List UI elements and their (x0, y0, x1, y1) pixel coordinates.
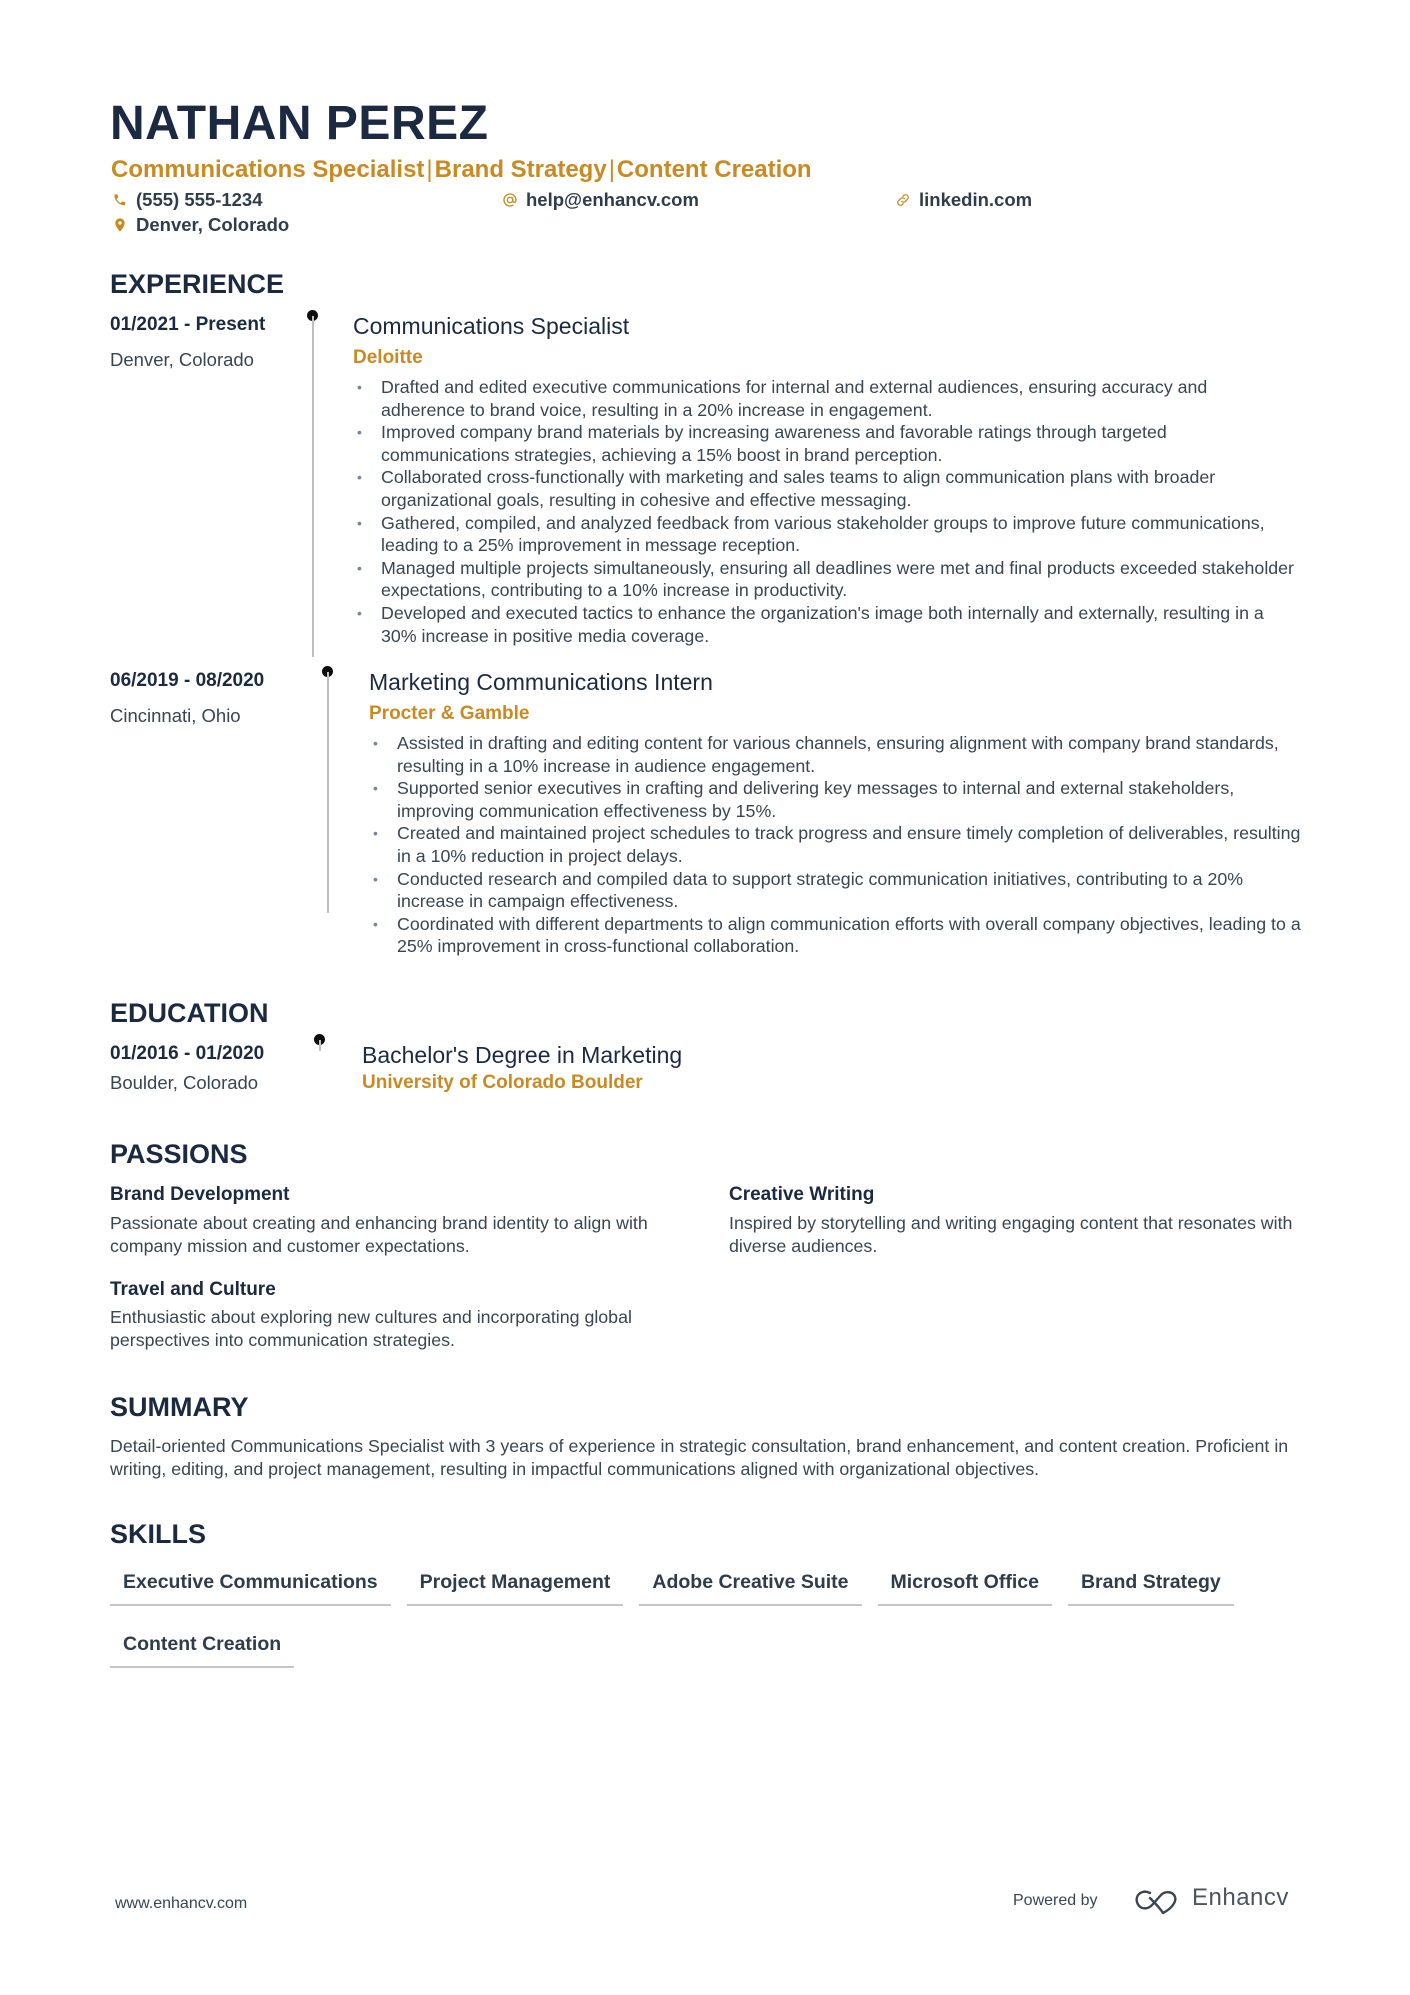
phone-icon (111, 191, 129, 209)
bullet-item: • Gathered, compiled, and analyzed feedba… (357, 512, 1265, 556)
bullet-dot-icon: • (357, 559, 362, 576)
education-school: University of Colorado Boulder (362, 1072, 643, 1093)
bullet-item: • Collaborated cross-functionally with ma… (357, 467, 1216, 510)
skill-tag: Content Creation (110, 1628, 295, 1668)
bullet-item: • Drafted and edited executive communicat… (357, 377, 1208, 420)
bullet-item: • Conducted research and compiled data to… (373, 868, 1244, 912)
skill-tag: Microsoft Office (877, 1566, 1052, 1606)
powered-by-label: Powered by (1013, 1892, 1098, 1909)
headline: Communications Specialist|Brand Strategy… (111, 155, 812, 185)
experience-bullets: • Drafted and edited executive communicat… (355, 376, 1295, 647)
skill-tag: Project Management (406, 1566, 624, 1606)
link-icon (894, 191, 912, 209)
summary-text: Detail-oriented Communications Specialis… (110, 1436, 1289, 1479)
section-title-education: EDUCATION (110, 998, 269, 1028)
experience-location: Denver, Colorado (110, 349, 254, 370)
contact-email[interactable]: help@enhancv.com (501, 188, 699, 212)
passion-title: Brand Development (110, 1184, 290, 1205)
bullet-item: • Created and maintained project schedule… (373, 823, 1301, 866)
bullet-item: • Coordinated with different departments … (373, 913, 1301, 957)
section-title-passions: PASSIONS (110, 1139, 248, 1169)
linkedin-value: linkedin.com (919, 189, 1033, 210)
experience-role: Marketing Communications Intern (369, 669, 713, 695)
bullet-dot-icon: • (357, 469, 362, 486)
timeline-line (312, 316, 314, 657)
contact-linkedin[interactable]: linkedin.com (894, 188, 1032, 212)
headline-item: Communications Specialist (111, 156, 425, 183)
bullet-dot-icon: • (373, 735, 378, 751)
phone-value: (555) 555-1234 (136, 189, 263, 210)
headline-separator: | (426, 156, 433, 183)
passion-description: Passionate about creating and enhancing … (110, 1213, 648, 1256)
bullet-item: • Supported senior executives in crafting… (373, 778, 1235, 821)
candidate-name: NATHAN PEREZ (110, 97, 489, 150)
headline-item: Brand Strategy (434, 156, 607, 183)
skill-tag: Brand Strategy (1067, 1566, 1234, 1606)
passion-description: Inspired by storytelling and writing eng… (729, 1213, 1293, 1256)
experience-company: Procter & Gamble (369, 703, 530, 724)
skill-tag: Adobe Creative Suite (639, 1566, 862, 1606)
location-value: Denver, Colorado (136, 214, 290, 235)
at-icon (501, 191, 519, 209)
timeline-line (327, 672, 329, 913)
section-title-experience: EXPERIENCE (110, 269, 285, 299)
location-pin-icon (111, 216, 129, 234)
bullet-dot-icon: • (357, 424, 362, 441)
section-title-summary: SUMMARY (110, 1392, 249, 1422)
bullet-item: • Managed multiple projects simultaneousl… (357, 557, 1294, 601)
passion-title: Creative Writing (729, 1184, 875, 1205)
headline-item: Content Creation (616, 156, 812, 183)
experience-dates: 06/2019 - 08/2020 (110, 670, 265, 691)
timeline-line (319, 1040, 321, 1051)
bullet-dot-icon: • (357, 604, 362, 621)
bullet-dot-icon: • (373, 780, 378, 797)
education-location: Boulder, Colorado (110, 1072, 259, 1093)
experience-dates: 01/2021 - Present (110, 314, 266, 335)
passion-description: Enthusiastic about exploring new culture… (110, 1307, 632, 1350)
passion-title: Travel and Culture (110, 1279, 276, 1300)
contact-location: Denver, Colorado (111, 213, 289, 237)
email-value: help@enhancv.com (526, 189, 699, 210)
experience-location: Cincinnati, Ohio (110, 705, 241, 726)
experience-role: Communications Specialist (353, 313, 630, 339)
contact-phone[interactable]: (555) 555-1234 (111, 188, 263, 212)
education-dates: 01/2016 - 01/2020 (110, 1043, 265, 1064)
education-degree: Bachelor's Degree in Marketing (362, 1042, 683, 1068)
footer-website-link[interactable]: www.enhancv.com (115, 1895, 247, 1913)
skill-tag: Executive Communications (110, 1566, 391, 1606)
bullet-dot-icon: • (373, 825, 378, 842)
headline-separator: | (608, 156, 615, 183)
bullet-item: • Developed and executed tactics to enhan… (357, 602, 1264, 646)
experience-company: Deloitte (353, 347, 423, 368)
bullet-dot-icon: • (357, 514, 362, 531)
section-title-skills: SKILLS (110, 1519, 207, 1549)
resume-page: NATHAN PEREZ Communications Specialist|B… (0, 0, 1410, 1995)
enhancv-logo-icon[interactable] (1133, 1886, 1183, 1916)
bullet-dot-icon: • (373, 915, 378, 932)
skills-list: Executive Communications Project Managem… (110, 1566, 1310, 1668)
bullet-item: • Assisted in drafting and editing conten… (373, 733, 1279, 776)
experience-bullets: • Assisted in drafting and editing conten… (371, 732, 1311, 958)
bullet-dot-icon: • (357, 379, 362, 395)
bullet-item: • Improved company brand materials by inc… (357, 422, 1167, 465)
enhancv-brand-name[interactable]: Enhancv (1192, 1884, 1289, 1912)
bullet-dot-icon: • (373, 870, 378, 887)
